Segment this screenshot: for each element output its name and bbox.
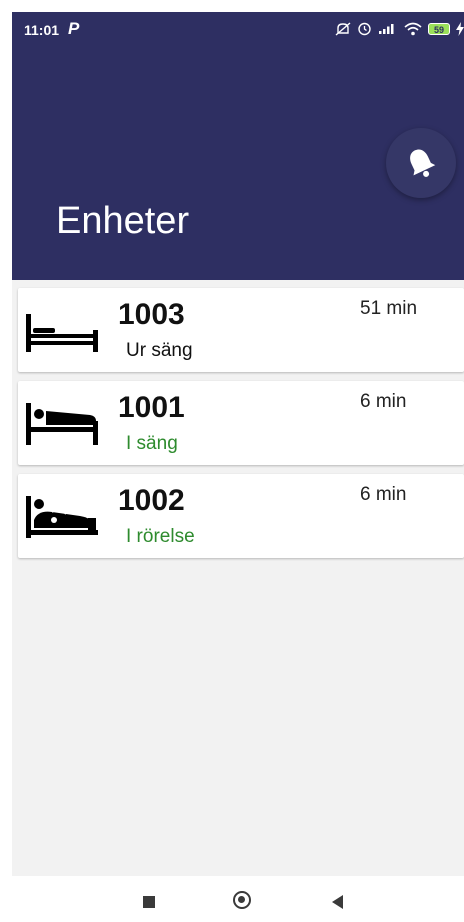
unit-status: I säng [126,433,178,454]
unit-status: I rörelse [126,526,195,547]
unit-list: 1003 Ur säng 51 min 1001 I säng 6 min 10… [18,288,464,567]
bed-moving-icon [26,496,98,538]
unit-card[interactable]: 1001 I säng 6 min [18,381,464,465]
unit-id: 1003 [118,298,185,331]
app-screen: 11:01 P 59 Enheter 1003 Ur säng 51 min 1… [12,12,464,886]
unit-time: 6 min [360,484,407,505]
system-nav-bar [0,876,464,922]
bed-occupied-icon [26,403,98,445]
unit-id: 1001 [118,391,185,424]
bell-icon [410,149,436,177]
alarm-icon [358,22,371,36]
signal-icon [379,24,394,34]
home-button[interactable] [233,891,251,909]
unit-time: 51 min [360,298,418,319]
status-icons: 59 [335,21,464,36]
mute-icon [335,21,351,36]
status-bar: 11:01 P 59 [12,12,464,46]
page-title: Enheter [56,200,190,242]
unit-card[interactable]: 1003 Ur säng 51 min [18,288,464,372]
wifi-icon [404,22,422,35]
notifications-button[interactable] [386,128,456,198]
recent-apps-button[interactable] [143,896,155,908]
unit-status: Ur säng [126,340,193,361]
back-button[interactable] [332,895,343,909]
unit-card[interactable]: 1002 I rörelse 6 min [18,474,464,558]
bed-empty-icon [26,314,98,352]
status-time: 11:01 [24,22,60,38]
charging-icon [456,21,464,36]
unit-id: 1002 [118,484,185,517]
parking-app-icon: P [68,19,80,38]
app-header: 11:01 P 59 Enheter [12,12,464,280]
battery-icon: 59 [428,22,450,35]
unit-time: 6 min [360,391,407,412]
